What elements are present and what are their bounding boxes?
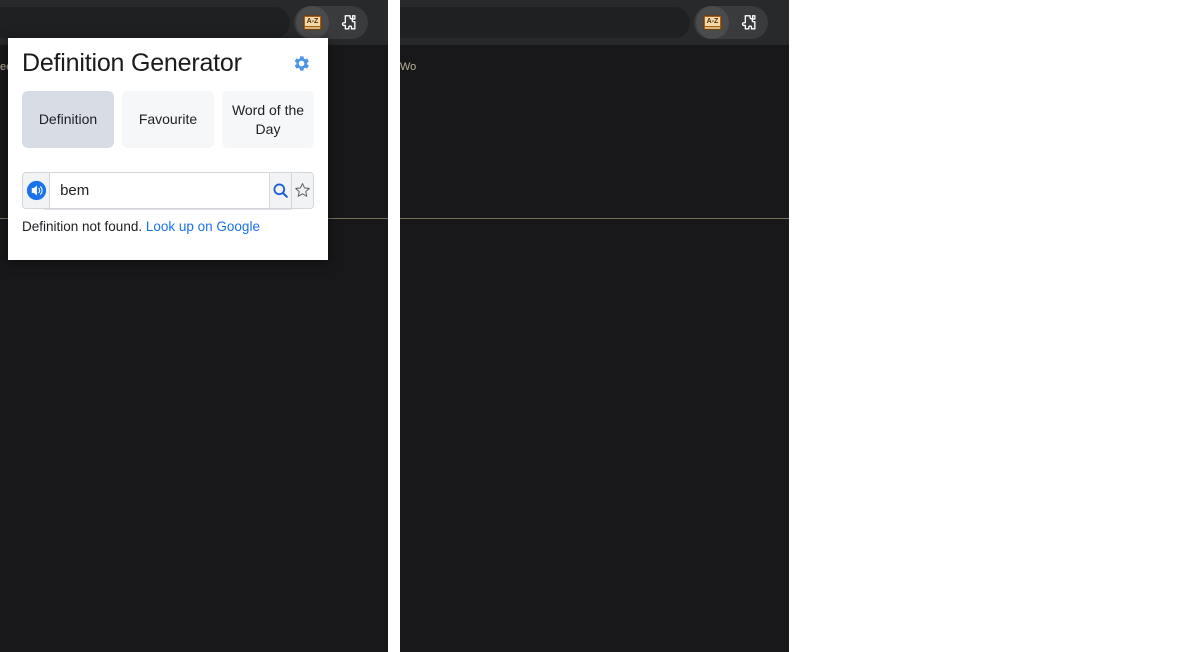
book-icon-label: A-Z [705,17,720,26]
extensions-button-right[interactable] [732,6,765,39]
browser-toolbar-right: A-Z [400,0,789,45]
favourite-button[interactable] [291,173,313,208]
extensions-puzzle-icon [341,15,356,30]
popup-header: Definition Generator [22,48,314,78]
star-outline-icon [295,183,310,197]
search-input[interactable] [50,173,270,208]
dictionary-extension-button[interactable]: A-Z [296,6,329,39]
book-icon-label: A-Z [305,17,320,26]
input-underline [44,209,292,210]
tab-favourite[interactable]: Favourite [122,91,214,148]
screenshot-right: Wo A-Z Definition Generator [400,0,789,652]
tab-word-of-the-day[interactable]: Word of the Day [222,91,314,148]
pronounce-button[interactable] [23,173,51,208]
screenshot-left: ee A-Z Definition Generator Definition F… [0,0,388,652]
tab-list: Definition Favourite Word of the Day [22,91,314,148]
speaker-volume-icon [26,180,46,201]
page-divider-line-right [400,218,789,219]
dictionary-extension-button-right[interactable]: A-Z [696,6,729,39]
dictionary-book-icon: A-Z [703,15,722,30]
search-button[interactable] [269,173,292,208]
address-bar[interactable] [0,7,290,38]
extensions-button[interactable] [332,6,365,39]
gear-icon [294,55,309,71]
page-text-snippet-right: Wo [400,61,417,73]
google-lookup-link[interactable]: Look up on Google [146,219,260,234]
tab-definition[interactable]: Definition [22,91,114,148]
page-title: Definition Generator [22,49,242,77]
extensions-puzzle-icon [741,15,756,30]
definition-not-found-row: Definition not found. Look up on Google [22,219,314,234]
dictionary-book-icon: A-Z [303,15,322,30]
settings-button[interactable] [290,52,312,74]
search-bar [22,172,314,209]
not-found-text: Definition not found. [22,219,143,234]
extension-popup-left: Definition Generator Definition Favourit… [8,38,328,260]
webpage-background-right: Wo [400,45,789,652]
address-bar-right[interactable] [400,7,690,38]
magnifier-search-icon [273,183,288,198]
